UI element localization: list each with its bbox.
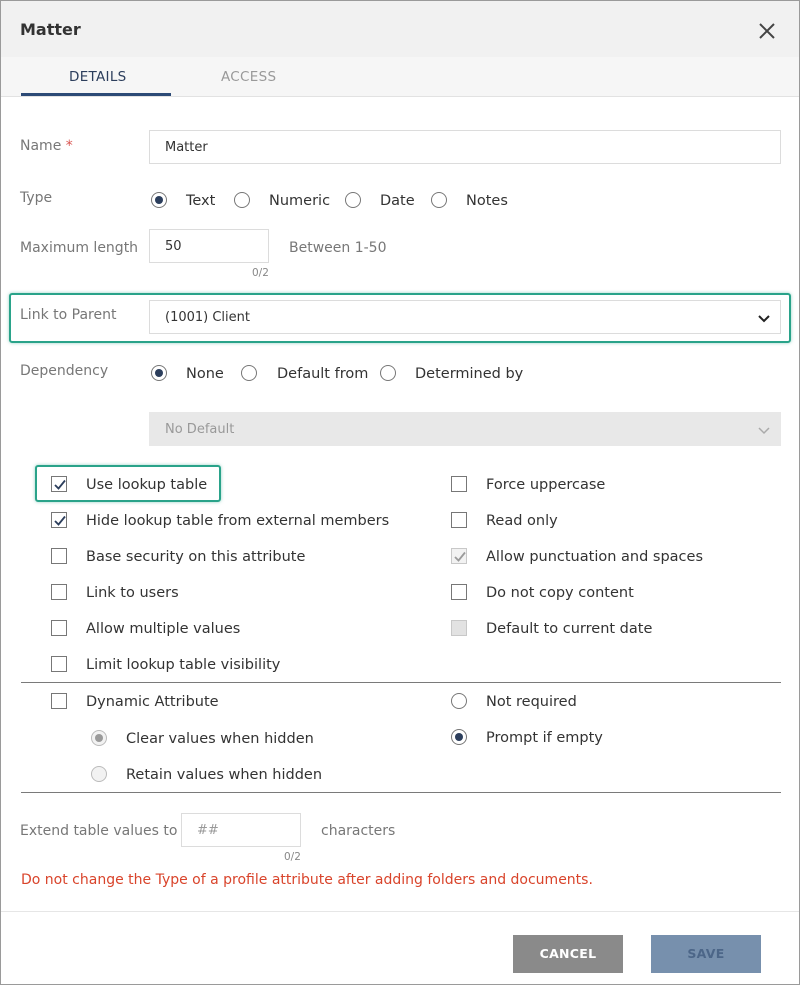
limit-lookup-visibility-checkbox[interactable] [51,656,67,672]
max-length-counter: 0/2 [252,267,269,279]
type-numeric-label: Numeric [269,193,331,209]
force-uppercase-label: Force uppercase [486,477,606,493]
cancel-button[interactable]: CANCEL [513,935,623,973]
retain-values-radio [91,766,107,782]
check-icon [54,479,66,490]
dependency-determined-by-label: Determined by [415,366,524,382]
tab-bar: DETAILS ACCESS [1,57,799,97]
default-value-text: No Default [165,422,235,437]
matter-dialog: Matter DETAILS ACCESS Name * Matter Type… [0,0,800,985]
do-not-copy-content-checkbox[interactable] [451,584,467,600]
link-to-parent-value: (1001) Client [165,310,250,325]
max-length-hint: Between 1-50 [289,240,387,256]
active-tab-indicator [21,93,171,96]
allow-multiple-values-label: Allow multiple values [86,621,241,637]
do-not-copy-content-label: Do not copy content [486,585,634,601]
type-date-radio[interactable] [345,192,361,208]
default-current-date-label: Default to current date [486,621,653,637]
dynamic-attribute-label: Dynamic Attribute [86,694,219,710]
section-divider [21,792,781,793]
dependency-none-label: None [186,366,224,382]
type-numeric-radio[interactable] [234,192,250,208]
dependency-determined-by-radio[interactable] [380,365,396,381]
check-icon [54,515,66,526]
limit-lookup-visibility-label: Limit lookup table visibility [86,657,281,673]
use-lookup-table-label: Use lookup table [86,477,208,493]
tab-details[interactable]: DETAILS [69,69,127,85]
chevron-down-icon [758,312,770,327]
dialog-header: Matter [1,1,799,57]
hide-lookup-table-checkbox[interactable] [51,512,67,528]
type-notes-label: Notes [466,193,508,209]
hide-lookup-table-label: Hide lookup table from external members [86,513,390,529]
prompt-if-empty-radio[interactable] [451,729,467,745]
base-security-label: Base security on this attribute [86,549,306,565]
link-to-users-checkbox[interactable] [51,584,67,600]
tab-access[interactable]: ACCESS [221,69,276,85]
clear-values-label: Clear values when hidden [126,731,314,747]
allow-multiple-values-checkbox[interactable] [51,620,67,636]
base-security-checkbox[interactable] [51,548,67,564]
name-input[interactable]: Matter [149,130,781,164]
dependency-label: Dependency [20,363,109,379]
allow-punctuation-checkbox [451,548,467,564]
name-label: Name * [20,138,73,154]
type-label: Type [20,190,53,206]
default-current-date-checkbox [451,620,467,636]
type-text-label: Text [186,193,216,209]
extend-table-counter: 0/2 [284,851,301,863]
check-icon [454,551,466,562]
dependency-default-from-label: Default from [277,366,369,382]
dialog-title: Matter [20,20,81,39]
type-date-label: Date [380,193,415,209]
extend-table-input[interactable]: ## [181,813,301,847]
dependency-none-radio[interactable] [151,365,167,381]
extend-table-suffix: characters [321,823,396,839]
type-notes-radio[interactable] [431,192,447,208]
retain-values-label: Retain values when hidden [126,767,323,783]
type-text-radio[interactable] [151,192,167,208]
link-to-parent-select[interactable]: (1001) Client [149,300,781,334]
force-uppercase-checkbox[interactable] [451,476,467,492]
warning-message: Do not change the Type of a profile attr… [21,872,593,888]
dependency-default-from-radio[interactable] [241,365,257,381]
link-to-parent-label: Link to Parent [20,307,117,323]
section-divider [21,682,781,683]
max-length-input[interactable]: 50 [149,229,269,263]
allow-punctuation-label: Allow punctuation and spaces [486,549,703,565]
use-lookup-table-checkbox[interactable] [51,476,67,492]
read-only-checkbox[interactable] [451,512,467,528]
prompt-if-empty-label: Prompt if empty [486,730,603,746]
close-icon[interactable] [758,22,776,40]
chevron-down-icon [758,424,770,439]
link-to-users-label: Link to users [86,585,179,601]
max-length-label: Maximum length [20,240,139,256]
clear-values-radio [91,730,107,746]
default-value-select: No Default [149,412,781,446]
dynamic-attribute-checkbox[interactable] [51,693,67,709]
not-required-label: Not required [486,694,577,710]
extend-table-label: Extend table values to [20,823,178,839]
read-only-label: Read only [486,513,558,529]
save-button[interactable]: SAVE [651,935,761,973]
not-required-radio[interactable] [451,693,467,709]
